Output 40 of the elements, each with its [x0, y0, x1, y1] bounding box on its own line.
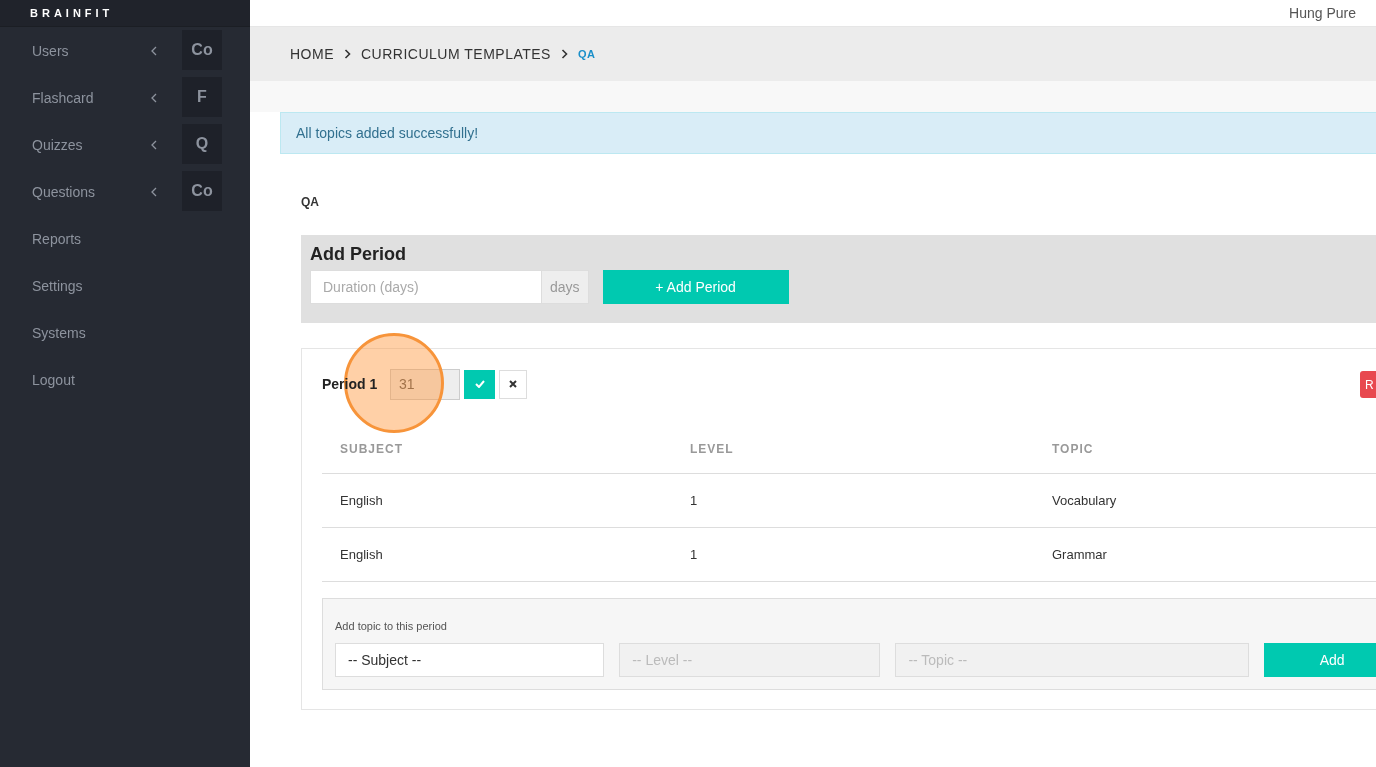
- close-icon: [509, 380, 517, 388]
- chevron-right-icon: [344, 49, 351, 59]
- chevron-right-icon: [560, 49, 568, 59]
- sidebar-item[interactable]: Settings: [0, 262, 250, 309]
- cancel-button[interactable]: [499, 369, 527, 399]
- duration-field[interactable]: Duration (days): [310, 270, 542, 304]
- form-label: Add topic to this period: [335, 620, 447, 632]
- table-cell: Grammar: [1052, 547, 1107, 562]
- menu-badge: F: [182, 77, 222, 117]
- sidebar-item[interactable]: Users Co: [0, 27, 250, 74]
- sidebar-item[interactable]: Quizzes Q: [0, 121, 250, 168]
- breadcrumb-link[interactable]: HOME: [290, 46, 334, 62]
- sidebar-item[interactable]: Flashcard F: [0, 74, 250, 121]
- breadcrumb-current: QA: [577, 48, 596, 60]
- success-alert: All topics added successfully!: [280, 112, 1376, 154]
- check-icon: [474, 380, 485, 388]
- sidebar-item[interactable]: Systems: [0, 309, 250, 356]
- table-cell: 1: [690, 547, 698, 562]
- breadcrumb-link[interactable]: CURRICULUM TEMPLATES: [361, 46, 551, 62]
- sidebar-item[interactable]: Questions Co: [0, 168, 250, 215]
- remove-button[interactable]: R: [1360, 371, 1376, 398]
- panel-title: Add Period: [310, 244, 406, 265]
- user-name[interactable]: Hung Pure: [1289, 5, 1356, 21]
- logo-text: BRAINFIT: [30, 7, 114, 19]
- template-name: QA: [301, 195, 319, 209]
- table-cell: English: [340, 493, 383, 508]
- table-cell: 1: [690, 493, 698, 508]
- menu-badge: Co: [182, 171, 222, 211]
- column-header: LEVEL: [690, 425, 1034, 474]
- table-cell: English: [340, 547, 383, 562]
- column-header: SUBJECT: [322, 425, 690, 474]
- menu-badge: Q: [182, 124, 222, 164]
- table-cell: Vocabulary: [1052, 493, 1117, 508]
- unit-addon: days: [542, 270, 589, 304]
- subject-select[interactable]: -- Subject --: [335, 643, 605, 677]
- column-header: TOPIC: [1034, 425, 1376, 474]
- menu-badge: Co: [182, 30, 222, 70]
- sidebar-item[interactable]: Reports: [0, 215, 250, 262]
- sidebar-item[interactable]: Logout: [0, 356, 250, 403]
- duration-spinner[interactable]: 31: [390, 368, 460, 400]
